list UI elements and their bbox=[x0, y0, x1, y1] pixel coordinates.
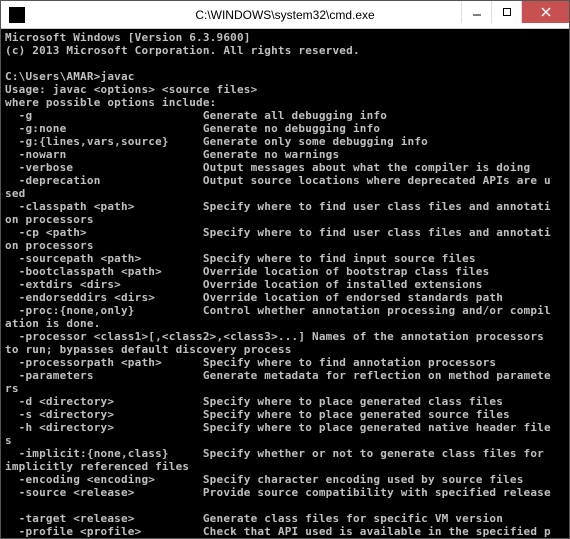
minimize-button[interactable] bbox=[461, 1, 491, 23]
console-line: -nowarn Generate no warnings bbox=[5, 148, 339, 161]
console-output[interactable]: Microsoft Windows [Version 6.3.9600] (c)… bbox=[1, 29, 569, 538]
console-line: -encoding <encoding> Specify character e… bbox=[5, 473, 524, 486]
titlebar[interactable]: C:\WINDOWS\system32\cmd.exe bbox=[1, 1, 569, 29]
console-line: -profile <profile> Check that API used i… bbox=[5, 525, 551, 538]
console-line: -processor <class1>[,<class2>,<class3>..… bbox=[5, 330, 551, 343]
console-line: -s <directory> Specify where to place ge… bbox=[5, 408, 510, 421]
console-line: Microsoft Windows [Version 6.3.9600] bbox=[5, 31, 251, 44]
console-line: -bootclasspath <path> Override location … bbox=[5, 265, 489, 278]
console-line: implicitly referenced files bbox=[5, 460, 189, 473]
console-line: to run; bypasses default discovery proce… bbox=[5, 343, 292, 356]
console-line: sed bbox=[5, 187, 25, 200]
console-line: -deprecation Output source locations whe… bbox=[5, 174, 551, 187]
close-button[interactable] bbox=[521, 1, 569, 23]
console-line: -sourcepath <path> Specify where to find… bbox=[5, 252, 476, 265]
console-line: -source <release> Provide source compati… bbox=[5, 486, 551, 499]
console-line: rs bbox=[5, 382, 19, 395]
console-line: -extdirs <dirs> Override location of ins… bbox=[5, 278, 483, 291]
console-line: -endorseddirs <dirs> Override location o… bbox=[5, 291, 503, 304]
console-line: -processorpath <path> Specify where to f… bbox=[5, 356, 496, 369]
console-line: -g Generate all debugging info bbox=[5, 109, 387, 122]
console-line: -implicit:{none,class} Specify whether o… bbox=[5, 447, 551, 460]
console-line: -parameters Generate metadata for reflec… bbox=[5, 369, 551, 382]
cmd-icon bbox=[9, 7, 25, 23]
console-line: (c) 2013 Microsoft Corporation. All righ… bbox=[5, 44, 360, 57]
console-line: -verbose Output messages about what the … bbox=[5, 161, 530, 174]
console-line: on processors bbox=[5, 239, 94, 252]
console-line: -g:{lines,vars,source} Generate only som… bbox=[5, 135, 428, 148]
console-line: s bbox=[5, 434, 12, 447]
console-line: where possible options include: bbox=[5, 96, 217, 109]
console-line: -d <directory> Specify where to place ge… bbox=[5, 395, 503, 408]
console-line: -classpath <path> Specify where to find … bbox=[5, 200, 551, 213]
console-line: -proc:{none,only} Control whether annota… bbox=[5, 304, 551, 317]
console-line: -cp <path> Specify where to find user cl… bbox=[5, 226, 551, 239]
console-line: Usage: javac <options> <source files> bbox=[5, 83, 257, 96]
console-line: ation is done. bbox=[5, 317, 101, 330]
cmd-window: C:\WINDOWS\system32\cmd.exe Microsoft Wi… bbox=[0, 0, 570, 539]
window-title: C:\WINDOWS\system32\cmd.exe bbox=[195, 8, 374, 22]
console-line: -target <release> Generate class files f… bbox=[5, 512, 503, 525]
console-line: -h <directory> Specify where to place ge… bbox=[5, 421, 551, 434]
console-line: -g:none Generate no debugging info bbox=[5, 122, 380, 135]
console-line: C:\Users\AMAR>javac bbox=[5, 70, 135, 83]
window-controls bbox=[461, 1, 569, 28]
console-line: on processors bbox=[5, 213, 94, 226]
maximize-button[interactable] bbox=[491, 1, 521, 23]
